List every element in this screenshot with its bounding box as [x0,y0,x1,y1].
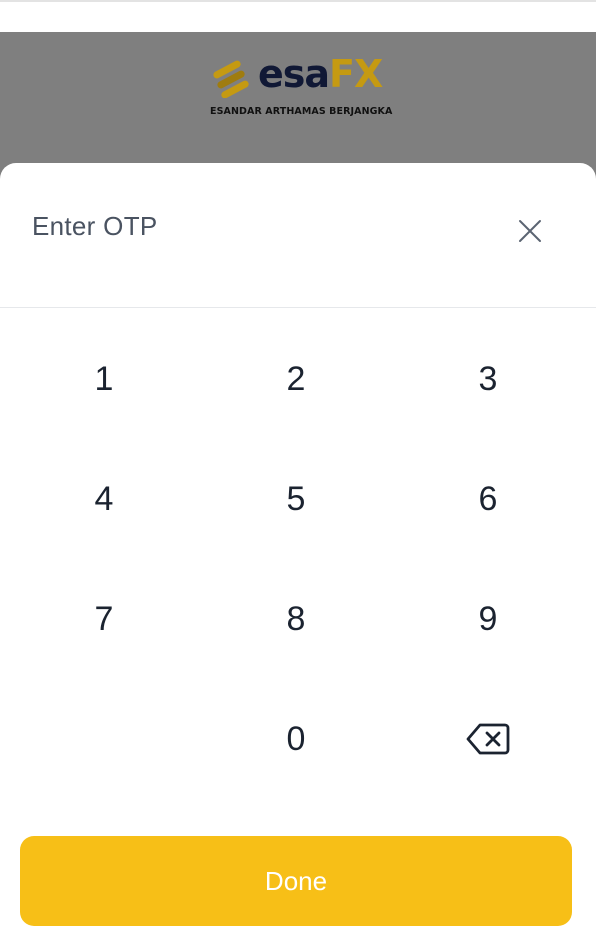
keypad-key-6[interactable]: 6 [392,449,584,549]
keypad-key-4[interactable]: 4 [8,449,200,549]
close-button[interactable] [512,213,548,249]
logo-word-esa: esa [258,52,330,96]
keypad-key-3[interactable]: 3 [392,329,584,429]
logo-wordmark: esaFX [258,52,383,96]
top-bar [0,0,596,32]
keypad-key-1[interactable]: 1 [8,329,200,429]
esafx-logo: esaFX ESANDAR ARTHAMAS BERJANGKA [210,52,393,120]
sheet-title: Enter OTP [32,211,158,241]
keypad-key-2[interactable]: 2 [200,329,392,429]
close-icon [519,220,541,242]
sheet-divider [0,307,596,308]
keypad-key-9[interactable]: 9 [392,569,584,669]
logo-mark-icon [213,60,249,98]
keypad-key-8[interactable]: 8 [200,569,392,669]
logo-word-fx: FX [329,52,383,96]
backspace-icon [466,723,510,755]
keypad-key-7[interactable]: 7 [8,569,200,669]
done-button[interactable]: Done [20,836,572,926]
keypad-key-0[interactable]: 0 [200,689,392,789]
backspace-button[interactable] [392,689,584,789]
otp-bottom-sheet: Enter OTP 1 2 3 4 5 6 7 8 9 0 Done [0,163,596,949]
logo-tagline: ESANDAR ARTHAMAS BERJANGKA [210,106,393,117]
keypad-key-5[interactable]: 5 [200,449,392,549]
